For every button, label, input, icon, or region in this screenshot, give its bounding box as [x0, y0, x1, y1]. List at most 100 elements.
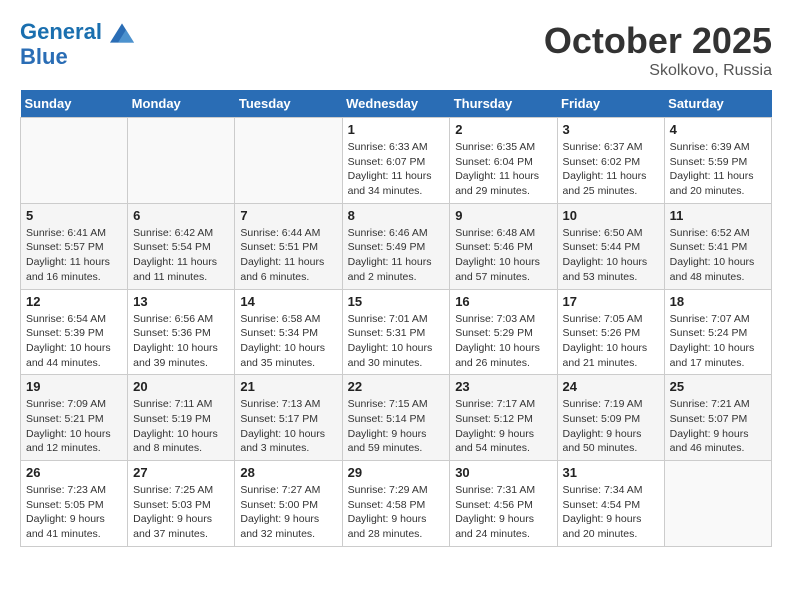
- day-info: Sunrise: 6:52 AM Sunset: 5:41 PM Dayligh…: [670, 226, 766, 285]
- day-info: Sunrise: 7:23 AM Sunset: 5:05 PM Dayligh…: [26, 483, 122, 542]
- logo-icon: [110, 21, 134, 45]
- day-number: 14: [240, 294, 336, 309]
- day-info: Sunrise: 6:33 AM Sunset: 6:07 PM Dayligh…: [348, 140, 445, 199]
- day-info: Sunrise: 7:31 AM Sunset: 4:56 PM Dayligh…: [455, 483, 551, 542]
- day-number: 7: [240, 208, 336, 223]
- day-info: Sunrise: 6:44 AM Sunset: 5:51 PM Dayligh…: [240, 226, 336, 285]
- day-cell: 9Sunrise: 6:48 AM Sunset: 5:46 PM Daylig…: [450, 203, 557, 289]
- day-cell: 10Sunrise: 6:50 AM Sunset: 5:44 PM Dayli…: [557, 203, 664, 289]
- day-info: Sunrise: 7:29 AM Sunset: 4:58 PM Dayligh…: [348, 483, 445, 542]
- day-number: 25: [670, 379, 766, 394]
- day-cell: [664, 461, 771, 547]
- day-cell: 17 Sunrise: 7:05 AM Sunset: 5:26 PM Dayli…: [557, 289, 664, 375]
- day-cell: 22Sunrise: 7:15 AM Sunset: 5:14 PM Dayli…: [342, 375, 450, 461]
- month-title: October 2025: [544, 20, 772, 62]
- logo-text: General: [20, 20, 134, 45]
- col-header-tuesday: Tuesday: [235, 90, 342, 118]
- day-info: Sunrise: 7:25 AM Sunset: 5:03 PM Dayligh…: [133, 483, 229, 542]
- day-cell: 3 Sunrise: 6:37 AM Sunset: 6:02 PM Daylig…: [557, 118, 664, 204]
- day-info: Sunrise: 7:27 AM Sunset: 5:00 PM Dayligh…: [240, 483, 336, 542]
- day-info: Sunrise: 7:01 AM Sunset: 5:31 PM Dayligh…: [348, 312, 445, 371]
- day-cell: [128, 118, 235, 204]
- day-info: Sunrise: 7:07 AM Sunset: 5:24 PM Dayligh…: [670, 312, 766, 371]
- day-cell: 19 Sunrise: 7:09 AM Sunset: 5:21 PM Dayli…: [21, 375, 128, 461]
- day-info: Sunrise: 7:19 AM Sunset: 5:09 PM Dayligh…: [563, 397, 659, 456]
- day-number: 31: [563, 465, 659, 480]
- location-subtitle: Skolkovo, Russia: [544, 62, 772, 80]
- col-header-thursday: Thursday: [450, 90, 557, 118]
- day-info: Sunrise: 6:37 AM Sunset: 6:02 PM Dayligh…: [563, 140, 659, 199]
- day-cell: 15Sunrise: 7:01 AM Sunset: 5:31 PM Dayli…: [342, 289, 450, 375]
- day-number: 29: [348, 465, 445, 480]
- logo: General Blue: [20, 20, 134, 69]
- day-info: Sunrise: 7:05 AM Sunset: 5:26 PM Dayligh…: [563, 312, 659, 371]
- day-cell: 29 Sunrise: 7:29 AM Sunset: 4:58 PM Dayli…: [342, 461, 450, 547]
- day-number: 30: [455, 465, 551, 480]
- week-row-1: 1 Sunrise: 6:33 AM Sunset: 6:07 PM Daylig…: [21, 118, 772, 204]
- day-cell: 30 Sunrise: 7:31 AM Sunset: 4:56 PM Dayli…: [450, 461, 557, 547]
- day-number: 11: [670, 208, 766, 223]
- day-number: 19: [26, 379, 122, 394]
- day-info: Sunrise: 6:58 AM Sunset: 5:34 PM Dayligh…: [240, 312, 336, 371]
- day-cell: 2Sunrise: 6:35 AM Sunset: 6:04 PM Daylig…: [450, 118, 557, 204]
- day-cell: 18Sunrise: 7:07 AM Sunset: 5:24 PM Dayli…: [664, 289, 771, 375]
- title-block: October 2025 Skolkovo, Russia: [544, 20, 772, 80]
- day-cell: 31 Sunrise: 7:34 AM Sunset: 4:54 PM Dayli…: [557, 461, 664, 547]
- day-info: Sunrise: 6:50 AM Sunset: 5:44 PM Dayligh…: [563, 226, 659, 285]
- day-info: Sunrise: 7:34 AM Sunset: 4:54 PM Dayligh…: [563, 483, 659, 542]
- day-number: 13: [133, 294, 229, 309]
- day-number: 12: [26, 294, 122, 309]
- day-number: 27: [133, 465, 229, 480]
- day-number: 4: [670, 122, 766, 137]
- day-info: Sunrise: 7:13 AM Sunset: 5:17 PM Dayligh…: [240, 397, 336, 456]
- day-cell: [21, 118, 128, 204]
- col-header-sunday: Sunday: [21, 90, 128, 118]
- day-number: 24: [563, 379, 659, 394]
- day-number: 3: [563, 122, 659, 137]
- day-cell: 14 Sunrise: 6:58 AM Sunset: 5:34 PM Dayli…: [235, 289, 342, 375]
- day-cell: 23Sunrise: 7:17 AM Sunset: 5:12 PM Dayli…: [450, 375, 557, 461]
- day-cell: 25 Sunrise: 7:21 AM Sunset: 5:07 PM Dayli…: [664, 375, 771, 461]
- day-number: 16: [455, 294, 551, 309]
- day-info: Sunrise: 7:21 AM Sunset: 5:07 PM Dayligh…: [670, 397, 766, 456]
- day-cell: 13 Sunrise: 6:56 AM Sunset: 5:36 PM Dayli…: [128, 289, 235, 375]
- day-cell: 11 Sunrise: 6:52 AM Sunset: 5:41 PM Dayli…: [664, 203, 771, 289]
- header-row: SundayMondayTuesdayWednesdayThursdayFrid…: [21, 90, 772, 118]
- day-cell: 28Sunrise: 7:27 AM Sunset: 5:00 PM Dayli…: [235, 461, 342, 547]
- day-info: Sunrise: 7:03 AM Sunset: 5:29 PM Dayligh…: [455, 312, 551, 371]
- day-cell: 7 Sunrise: 6:44 AM Sunset: 5:51 PM Daylig…: [235, 203, 342, 289]
- day-cell: 16 Sunrise: 7:03 AM Sunset: 5:29 PM Dayli…: [450, 289, 557, 375]
- day-number: 23: [455, 379, 551, 394]
- day-cell: 27 Sunrise: 7:25 AM Sunset: 5:03 PM Dayli…: [128, 461, 235, 547]
- day-number: 2: [455, 122, 551, 137]
- day-cell: 26Sunrise: 7:23 AM Sunset: 5:05 PM Dayli…: [21, 461, 128, 547]
- week-row-2: 5 Sunrise: 6:41 AM Sunset: 5:57 PM Daylig…: [21, 203, 772, 289]
- col-header-saturday: Saturday: [664, 90, 771, 118]
- day-cell: 21 Sunrise: 7:13 AM Sunset: 5:17 PM Dayli…: [235, 375, 342, 461]
- day-number: 20: [133, 379, 229, 394]
- day-cell: 8 Sunrise: 6:46 AM Sunset: 5:49 PM Daylig…: [342, 203, 450, 289]
- day-cell: [235, 118, 342, 204]
- day-cell: 1 Sunrise: 6:33 AM Sunset: 6:07 PM Daylig…: [342, 118, 450, 204]
- page-header: General Blue October 2025 Skolkovo, Russ…: [20, 20, 772, 80]
- day-cell: 12Sunrise: 6:54 AM Sunset: 5:39 PM Dayli…: [21, 289, 128, 375]
- logo-blue: Blue: [20, 45, 134, 69]
- day-info: Sunrise: 7:09 AM Sunset: 5:21 PM Dayligh…: [26, 397, 122, 456]
- day-cell: 24 Sunrise: 7:19 AM Sunset: 5:09 PM Dayli…: [557, 375, 664, 461]
- day-info: Sunrise: 6:48 AM Sunset: 5:46 PM Dayligh…: [455, 226, 551, 285]
- day-number: 17: [563, 294, 659, 309]
- col-header-friday: Friday: [557, 90, 664, 118]
- day-number: 1: [348, 122, 445, 137]
- day-info: Sunrise: 6:41 AM Sunset: 5:57 PM Dayligh…: [26, 226, 122, 285]
- day-info: Sunrise: 6:56 AM Sunset: 5:36 PM Dayligh…: [133, 312, 229, 371]
- calendar-table: SundayMondayTuesdayWednesdayThursdayFrid…: [20, 90, 772, 547]
- day-cell: 6Sunrise: 6:42 AM Sunset: 5:54 PM Daylig…: [128, 203, 235, 289]
- day-number: 5: [26, 208, 122, 223]
- day-info: Sunrise: 6:42 AM Sunset: 5:54 PM Dayligh…: [133, 226, 229, 285]
- day-cell: 4 Sunrise: 6:39 AM Sunset: 5:59 PM Daylig…: [664, 118, 771, 204]
- day-number: 8: [348, 208, 445, 223]
- day-info: Sunrise: 6:46 AM Sunset: 5:49 PM Dayligh…: [348, 226, 445, 285]
- day-number: 21: [240, 379, 336, 394]
- day-cell: 5 Sunrise: 6:41 AM Sunset: 5:57 PM Daylig…: [21, 203, 128, 289]
- day-info: Sunrise: 6:39 AM Sunset: 5:59 PM Dayligh…: [670, 140, 766, 199]
